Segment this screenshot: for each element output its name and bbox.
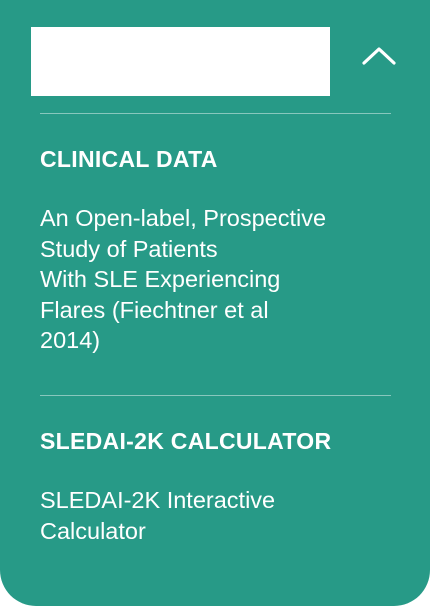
clinical-study-link[interactable]: An Open-label, Prospective Study of Pati… bbox=[40, 203, 400, 356]
divider bbox=[40, 395, 391, 396]
link-text-line: Calculator bbox=[40, 517, 146, 544]
expanded-menu-panel: CLINICAL DATA An Open-label, Prospective… bbox=[0, 0, 430, 606]
divider bbox=[40, 113, 391, 114]
link-text-line: 2014) bbox=[40, 327, 101, 353]
section-heading-clinical-data: CLINICAL DATA bbox=[40, 146, 218, 172]
collapse-menu-button[interactable] bbox=[350, 30, 408, 82]
link-text-line: Study of Patients bbox=[40, 235, 218, 262]
link-text-line: Flares (Fiechtner et al bbox=[40, 296, 269, 323]
link-text-line: An Open-label, Prospective bbox=[40, 205, 327, 231]
link-text-line: SLEDAI-2K Interactive bbox=[40, 487, 276, 513]
section-heading-sledai-calculator: SLEDAI-2K CALCULATOR bbox=[40, 428, 332, 454]
link-text-line: With SLE Experiencing bbox=[40, 266, 281, 292]
chevron-up-icon bbox=[362, 47, 396, 65]
logo-placeholder[interactable] bbox=[31, 27, 330, 96]
sledai-calculator-link[interactable]: SLEDAI-2K Interactive Calculator bbox=[40, 485, 400, 546]
